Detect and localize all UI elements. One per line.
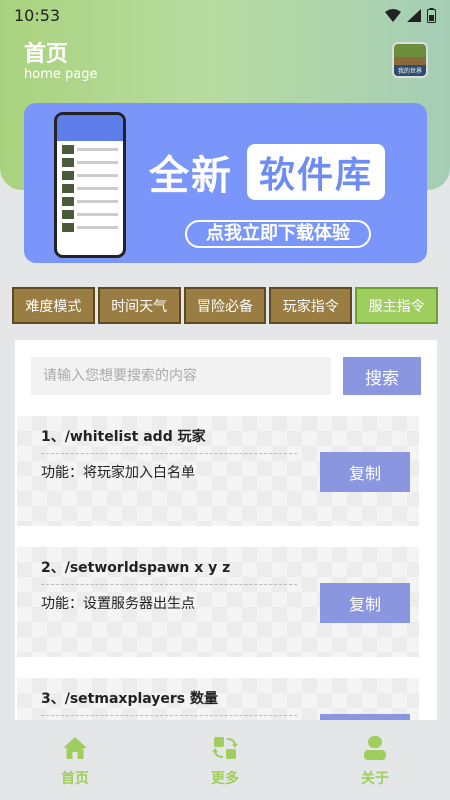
avatar-label: 我的世界: [394, 65, 426, 76]
home-icon: [63, 737, 87, 759]
wifi-icon: [385, 8, 401, 22]
copy-button[interactable]: 复制: [320, 583, 410, 623]
nav-label-more: 更多: [211, 771, 239, 787]
avatar[interactable]: 我的世界: [392, 42, 428, 78]
command-card: 1、/whitelist add 玩家 功能：将玩家加入白名单 复制: [17, 416, 419, 526]
divider: [41, 584, 297, 585]
command-title: 2、/setworldspawn x y z: [41, 560, 231, 576]
banner-title-pill: 软件库: [247, 144, 386, 200]
copy-button[interactable]: 复制: [320, 714, 410, 720]
tab-difficulty-mode[interactable]: 难度模式: [12, 287, 95, 324]
copy-button[interactable]: 复制: [320, 452, 410, 492]
tab-player-commands[interactable]: 玩家指令: [269, 287, 353, 324]
banner-title-left: 全新: [149, 153, 233, 199]
bottom-nav: 首页 更多 关于: [0, 722, 450, 800]
command-card: 2、/setworldspawn x y z 功能：设置服务器出生点 复制: [17, 547, 419, 657]
promo-banner[interactable]: 全新 软件库 点我立即下载体验: [24, 103, 427, 263]
nav-label-about: 关于: [361, 771, 389, 787]
nav-item-about[interactable]: 关于: [335, 734, 415, 788]
category-tabs: 难度模式 时间天气 冒险必备 玩家指令 服主指令: [12, 287, 438, 324]
search-button[interactable]: 搜索: [343, 357, 421, 395]
divider: [41, 715, 297, 716]
phone-mockup-image: [54, 112, 126, 258]
status-bar: 10:53: [0, 0, 450, 30]
command-description: 功能：设置服务器出生点: [41, 596, 195, 612]
nav-label-home: 首页: [61, 771, 89, 787]
status-icons: [385, 7, 436, 23]
nav-item-more[interactable]: 更多: [185, 734, 265, 788]
swap-icon: [212, 737, 238, 759]
divider: [41, 453, 297, 454]
command-title: 3、/setmaxplayers 数量: [41, 691, 219, 707]
signal-icon: [407, 8, 421, 22]
command-card: 3、/setmaxplayers 数量 复制: [17, 678, 419, 720]
nav-item-home[interactable]: 首页: [35, 734, 115, 788]
tab-adventure-essentials[interactable]: 冒险必备: [183, 287, 267, 324]
command-title: 1、/whitelist add 玩家: [41, 429, 206, 445]
banner-download-button[interactable]: 点我立即下载体验: [185, 220, 371, 248]
page-title: 首页: [24, 42, 69, 67]
page-subtitle: home page: [24, 67, 98, 82]
command-description: 功能：将玩家加入白名单: [41, 465, 195, 481]
user-icon: [364, 736, 386, 760]
commands-panel: 搜索 1、/whitelist add 玩家 功能：将玩家加入白名单 复制 2、…: [15, 340, 437, 720]
search-input[interactable]: [31, 357, 331, 395]
status-time: 10:53: [14, 5, 61, 25]
tab-owner-commands[interactable]: 服主指令: [355, 287, 438, 324]
banner-title: 全新 软件库: [149, 143, 386, 201]
tab-time-weather[interactable]: 时间天气: [97, 287, 181, 324]
battery-icon: [427, 7, 436, 23]
